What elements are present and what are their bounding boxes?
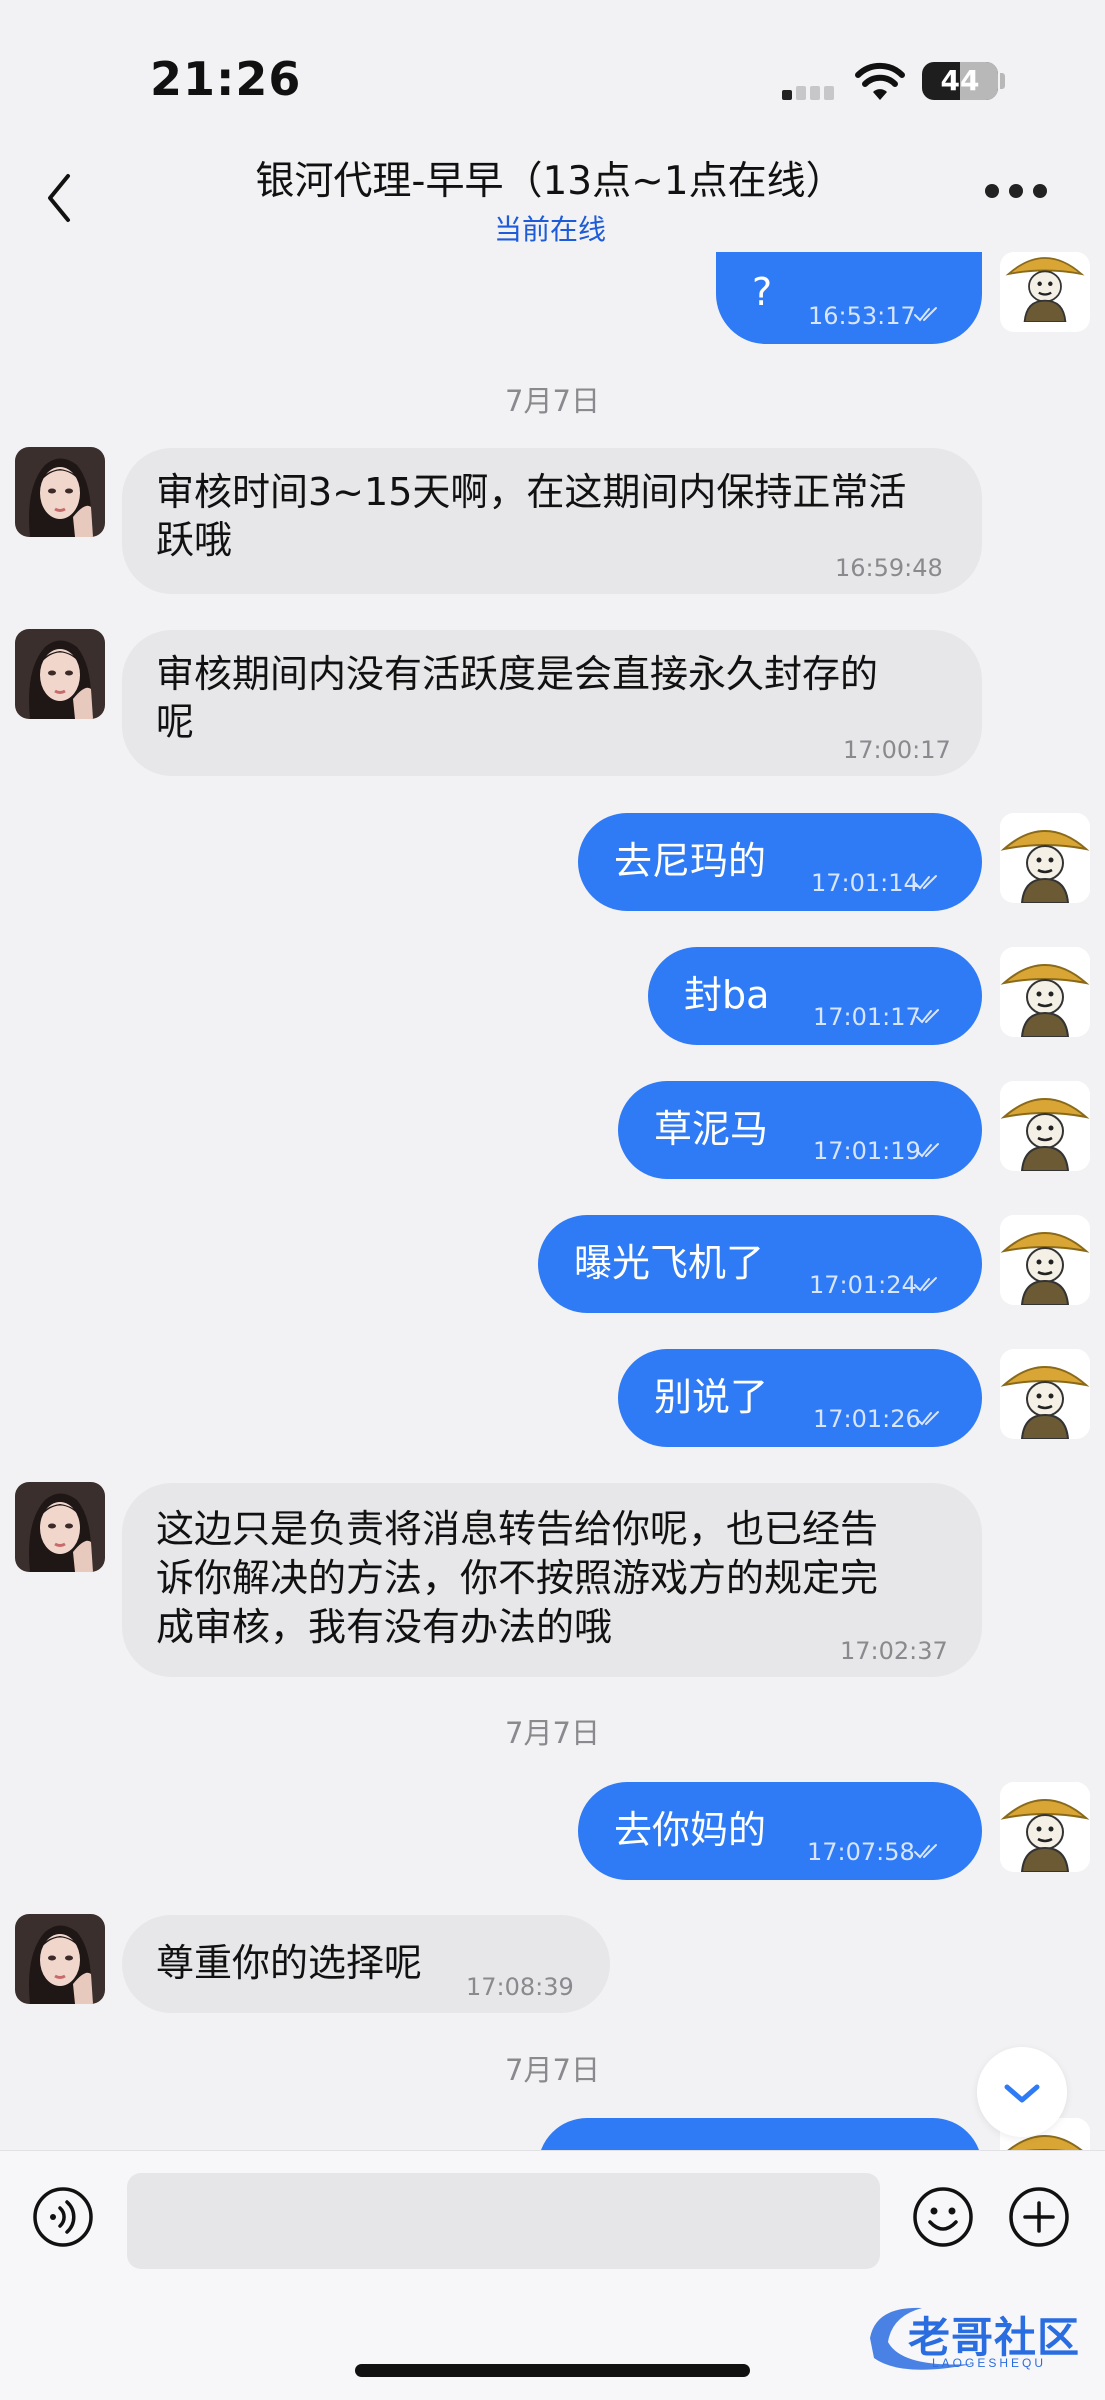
- wifi-icon: [855, 62, 905, 100]
- more-dots-icon[interactable]: [985, 180, 1047, 204]
- message-text: 审核期间内没有活跃度是会直接永久封存的: [156, 652, 879, 696]
- message-time: 17:07:58: [807, 1838, 915, 1866]
- message-bubble-in[interactable]: 审核时间3~15天啊，在这期间内保持正常活 跃哦 16:59:48: [122, 448, 982, 594]
- message-bubble-out[interactable]: 去尼玛的 17:01:14: [578, 813, 982, 911]
- back-chevron-icon[interactable]: [40, 170, 80, 226]
- contact-avatar[interactable]: [15, 1482, 105, 1572]
- message-time: 16:59:48: [835, 554, 943, 582]
- message-text: 诉你解决的方法，你不按照游戏方的规定完: [156, 1556, 879, 1600]
- message-text: 呢: [156, 700, 195, 744]
- contact-avatar[interactable]: [15, 447, 105, 537]
- message-time: 17:01:24: [809, 1271, 917, 1299]
- battery-icon: 44: [922, 62, 998, 100]
- message-text: 去尼玛的: [614, 839, 767, 883]
- my-avatar[interactable]: [1000, 252, 1090, 332]
- date-separator: 7月7日: [505, 1716, 600, 1750]
- my-avatar[interactable]: [1000, 813, 1090, 903]
- chat-header: 银河代理-早早（13点~1点在线） 当前在线: [0, 140, 1105, 252]
- message-input[interactable]: [127, 2173, 880, 2269]
- message-text: 尊重你的选择呢: [156, 1941, 423, 1985]
- status-time: 21:26: [150, 52, 302, 106]
- message-bubble-in[interactable]: 审核期间内没有活跃度是会直接永久封存的 呢 17:00:17: [122, 630, 982, 776]
- read-check-icon: [914, 873, 944, 891]
- contact-avatar[interactable]: [15, 1914, 105, 2004]
- message-text: 这边只是负责将消息转告给你呢，也已经告: [156, 1507, 879, 1551]
- read-check-icon: [914, 1275, 944, 1293]
- message-list[interactable]: ? 16:53:17 7月7日 审核时间3~15天啊，在这期间内保持正常活 跃哦…: [0, 252, 1105, 2150]
- read-check-icon: [914, 305, 944, 323]
- home-indicator[interactable]: [355, 2364, 750, 2377]
- message-text: 去你妈的: [614, 1808, 767, 1852]
- message-text: 别说了: [654, 1375, 769, 1419]
- message-bubble-out[interactable]: 草泥马 17:01:19: [618, 1081, 982, 1179]
- signal-icon: [782, 70, 840, 100]
- message-time: 17:00:17: [843, 736, 951, 764]
- read-check-icon: [916, 1141, 946, 1159]
- message-bubble-out[interactable]: 别说了 17:01:26: [618, 1349, 982, 1447]
- message-time: 17:08:39: [466, 1973, 574, 2001]
- my-avatar[interactable]: [1000, 1349, 1090, 1439]
- message-time: 17:01:19: [813, 1137, 921, 1165]
- contact-avatar[interactable]: [15, 629, 105, 719]
- read-check-icon: [916, 1007, 946, 1025]
- message-time: 17:01:26: [813, 1405, 921, 1433]
- message-bubble-out[interactable]: ? 16:53:17: [716, 252, 982, 344]
- message-time: 16:53:17: [808, 302, 916, 330]
- watermark-sub: LAOGESHEQU: [932, 2356, 1047, 2370]
- message-bubble-in[interactable]: 这边只是负责将消息转告给你呢，也已经告 诉你解决的方法，你不按照游戏方的规定完 …: [122, 1483, 982, 1677]
- message-text: 成审核，我有没有办法的哦: [156, 1605, 613, 1649]
- message-text: ?: [752, 270, 773, 314]
- message-time: 17:02:37: [840, 1637, 948, 1665]
- message-time: 17:01:14: [811, 869, 919, 897]
- read-check-icon: [914, 1842, 944, 1860]
- my-avatar[interactable]: [1000, 1081, 1090, 1171]
- message-bubble-out[interactable]: 去你妈的 17:07:58: [578, 1782, 982, 1880]
- message-text: 封ba: [684, 973, 770, 1017]
- plus-icon[interactable]: [1008, 2186, 1070, 2248]
- message-text: 曝光飞机了: [574, 1241, 765, 1285]
- message-bubble-out[interactable]: 封ba 17:01:17: [648, 947, 982, 1045]
- my-avatar[interactable]: [1000, 1215, 1090, 1305]
- message-text: 草泥马: [654, 1107, 769, 1151]
- chat-title[interactable]: 银河代理-早早（13点~1点在线）: [180, 150, 920, 206]
- online-status: 当前在线: [493, 213, 606, 246]
- message-bubble-in[interactable]: 尊重你的选择呢 17:08:39: [122, 1915, 610, 2013]
- date-separator: 7月7日: [505, 2053, 600, 2087]
- message-bubble-out[interactable]: 曝光飞机了 17:01:24: [538, 1215, 982, 1313]
- status-bar: 21:26 44: [0, 0, 1105, 150]
- battery-level: 44: [940, 64, 980, 97]
- message-text: 审核时间3~15天啊，在这期间内保持正常活: [156, 470, 907, 514]
- message-text: 跃哦: [156, 518, 233, 562]
- my-avatar[interactable]: [1000, 1782, 1090, 1872]
- message-bubble-out[interactable]: [538, 2118, 982, 2150]
- message-time: 17:01:17: [813, 1003, 921, 1031]
- emoji-icon[interactable]: [912, 2186, 974, 2248]
- watermark-logo: 老哥社区 LAOGESHEQU: [862, 2298, 1092, 2378]
- my-avatar[interactable]: [1000, 947, 1090, 1037]
- battery-nub: [1000, 73, 1005, 89]
- scroll-to-bottom-button[interactable]: [977, 2047, 1067, 2137]
- voice-icon[interactable]: [32, 2186, 94, 2248]
- read-check-icon: [916, 1409, 946, 1427]
- date-separator: 7月7日: [505, 384, 600, 418]
